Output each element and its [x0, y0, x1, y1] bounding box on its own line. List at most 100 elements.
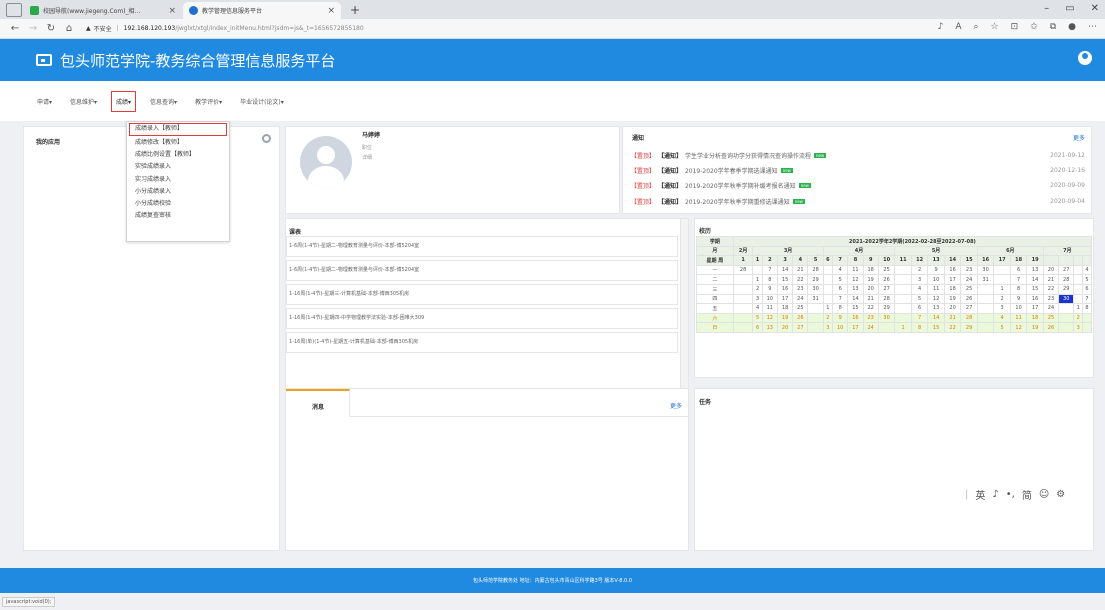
calendar-date: 2	[1073, 312, 1084, 324]
close-window-icon[interactable]: ✕	[1091, 3, 1099, 14]
browser-tab-jiegeng[interactable]: 校园导航(www.jiegeng.Com)_相... ×	[24, 2, 182, 19]
menu-teaching-eval[interactable]: 教学评价▾	[195, 97, 222, 106]
calendar-week-number: 8	[847, 255, 864, 266]
messages-more-link[interactable]: 更多	[670, 401, 682, 410]
menu-graduation-thesis[interactable]: 毕业设计(论文)▾	[240, 97, 284, 106]
calendar-month: 2月	[732, 245, 754, 257]
browser-tab-jwgl[interactable]: 教学管理信息服务平台 ×	[183, 2, 341, 19]
url-field[interactable]: ▲ 不安全 | 192.168.120.193 /jwglxt/xtgl/ind…	[86, 24, 364, 33]
dropdown-item-subscore-entry[interactable]: 小分成绩录入	[127, 186, 229, 198]
calendar-date	[894, 264, 912, 276]
calendar-date	[1073, 274, 1084, 285]
calendar-date: 6	[832, 283, 849, 295]
calendar-date: 9	[761, 283, 778, 295]
notice-item[interactable]: · 【置顶】 【通知】 学生学业分析查询功学分获得情况查询操作流程 new 20…	[625, 151, 1085, 160]
collections-icon[interactable]: ⧉	[1050, 22, 1056, 32]
refresh-icon[interactable]: ↻	[42, 23, 60, 34]
notice-item[interactable]: · 【置顶】 【通知】 2019-2020学年秋季学期重修选课通知 new 20…	[625, 197, 1085, 206]
home-icon[interactable]: ⌂	[60, 23, 78, 34]
ime-punctuation-icon[interactable]: •,	[1006, 489, 1015, 500]
settings-gear-icon[interactable]	[262, 134, 271, 143]
menu-info-maintain[interactable]: 信息维护▾	[70, 97, 97, 106]
course-row[interactable]: 1-16周(单)(1-4节)-星期五-计算机基础-本部-博西305机房	[286, 332, 678, 353]
read-aloud-icon[interactable]: ♪	[938, 22, 944, 32]
notice-more-link[interactable]: 更多	[1073, 133, 1085, 142]
ime-moon-icon[interactable]: ♪	[992, 489, 998, 500]
dropdown-item-subscore-check[interactable]: 小分成绩校验	[127, 198, 229, 210]
back-icon[interactable]: ←	[6, 23, 24, 34]
calendar-month: 5月	[894, 245, 978, 257]
calendar-date: 25	[960, 283, 978, 295]
calendar-date: 20	[1042, 264, 1060, 276]
status-link-text: javascript:void(0);	[2, 597, 56, 607]
maximize-icon[interactable]: ▭	[1065, 3, 1074, 14]
close-tab-icon[interactable]: ×	[168, 6, 176, 16]
more-icon[interactable]: ⋯	[1088, 22, 1097, 32]
calendar-date: 21	[943, 312, 962, 324]
course-row[interactable]: 1-16周(1-4节)-星期四-中学物理教学法实验-本部-困难大309	[286, 308, 678, 329]
calendar-date: 26	[792, 312, 809, 324]
close-tab-icon[interactable]: ×	[327, 6, 335, 16]
calendar-date	[1073, 293, 1084, 305]
notice-item[interactable]: · 【置顶】 【通知】 2019-2020学年秋季学期补缓考报名通知 new 2…	[625, 181, 1085, 190]
calendar-date: 27	[960, 303, 978, 314]
course-row[interactable]: 1-16周(1-4节)-星期三-计算机基础-本部-博西305机房	[286, 284, 678, 305]
new-tab-button[interactable]: +	[342, 3, 368, 19]
calendar-date	[822, 274, 834, 285]
calendar-date: 3	[1073, 322, 1084, 333]
menu-info-query[interactable]: 信息查询▾	[150, 97, 177, 106]
course-row[interactable]: 1-6周(1-4节)-星期二-物理教育测量与评价-本部-博5204室	[286, 260, 678, 281]
calendar-week-number: 1	[732, 255, 754, 266]
profile-icon[interactable]: ●	[1068, 22, 1076, 32]
favorites-icon[interactable]: ✩	[1030, 22, 1038, 32]
browser-toolbar-icons: ♪ A ⌕ ☆ ⊡ ✩ ⧉ ● ⋯	[938, 22, 1097, 32]
menu-grades[interactable]: 成绩▾	[111, 90, 137, 112]
calendar-date: 13	[761, 322, 778, 333]
calendar-date: 22	[1042, 283, 1060, 295]
dropdown-item-grade-review[interactable]: 成绩复查审核	[127, 210, 229, 222]
course-scrollbar[interactable]	[680, 219, 688, 407]
calendar-month: 6月	[976, 245, 1044, 257]
jiegeng-favicon-icon	[30, 6, 39, 15]
zoom-icon[interactable]: ⌕	[973, 22, 978, 32]
favorite-star-icon[interactable]: ☆	[991, 22, 999, 32]
minimize-icon[interactable]: –	[1044, 3, 1049, 14]
calendar-date: 15	[776, 274, 794, 285]
calendar-date: 17	[847, 322, 864, 333]
messages-tab[interactable]: 消息	[286, 389, 350, 417]
dropdown-item-lab-grade[interactable]: 实验成绩录入	[127, 161, 229, 173]
user-avatar-icon[interactable]	[1078, 51, 1092, 65]
dropdown-item-grade-entry[interactable]: 成绩录入【教师】	[129, 123, 227, 136]
calendar-date: 8	[1009, 283, 1028, 295]
calendar-weekday: 六	[696, 312, 734, 324]
dropdown-item-grade-ratio[interactable]: 成绩比例设置【教师】	[127, 149, 229, 161]
dropdown-item-internship-grade[interactable]: 实习成绩录入	[127, 174, 229, 186]
security-label: 不安全	[93, 26, 112, 33]
ime-english-icon[interactable]: 英	[975, 487, 985, 502]
calendar-date: 15	[847, 303, 864, 314]
calendar-date: 6	[1009, 264, 1028, 276]
translate-icon[interactable]: A	[955, 22, 961, 32]
calendar-date	[993, 274, 1011, 285]
extension-icon[interactable]: ⊡	[1011, 22, 1019, 32]
notice-item[interactable]: · 【置顶】 【通知】 2019-2020学年春季学期选课通知 new 2020…	[625, 166, 1085, 175]
dropdown-item-grade-modify[interactable]: 成绩修改【教师】	[127, 137, 229, 149]
tab-actions-icon[interactable]	[6, 3, 22, 17]
calendar-date: 26	[960, 293, 978, 305]
calendar-date: 5	[993, 322, 1011, 333]
calendar-date: 4	[910, 283, 929, 295]
calendar-date: 7	[1082, 293, 1092, 305]
forward-icon[interactable]: →	[24, 23, 42, 34]
ime-emoji-icon[interactable]: ☺	[1039, 489, 1049, 500]
calendar-date: 2	[910, 264, 929, 276]
calendar-month: 3月	[752, 245, 824, 257]
calendar-date: 30	[976, 264, 995, 276]
course-row[interactable]: 1-6周(1-4节)-星期二-物理教育测量与评价-本部-博5204室	[286, 236, 678, 257]
calendar-date: 22	[792, 274, 809, 285]
calendar-date: 12	[927, 293, 945, 305]
ime-settings-icon[interactable]: ⚙	[1056, 489, 1065, 500]
ime-simplified-icon[interactable]: 简	[1022, 487, 1032, 502]
calendar-date: 5	[910, 293, 929, 305]
menu-apply[interactable]: 申请▾	[37, 97, 52, 106]
pinned-tag: 【置顶】	[630, 153, 655, 160]
